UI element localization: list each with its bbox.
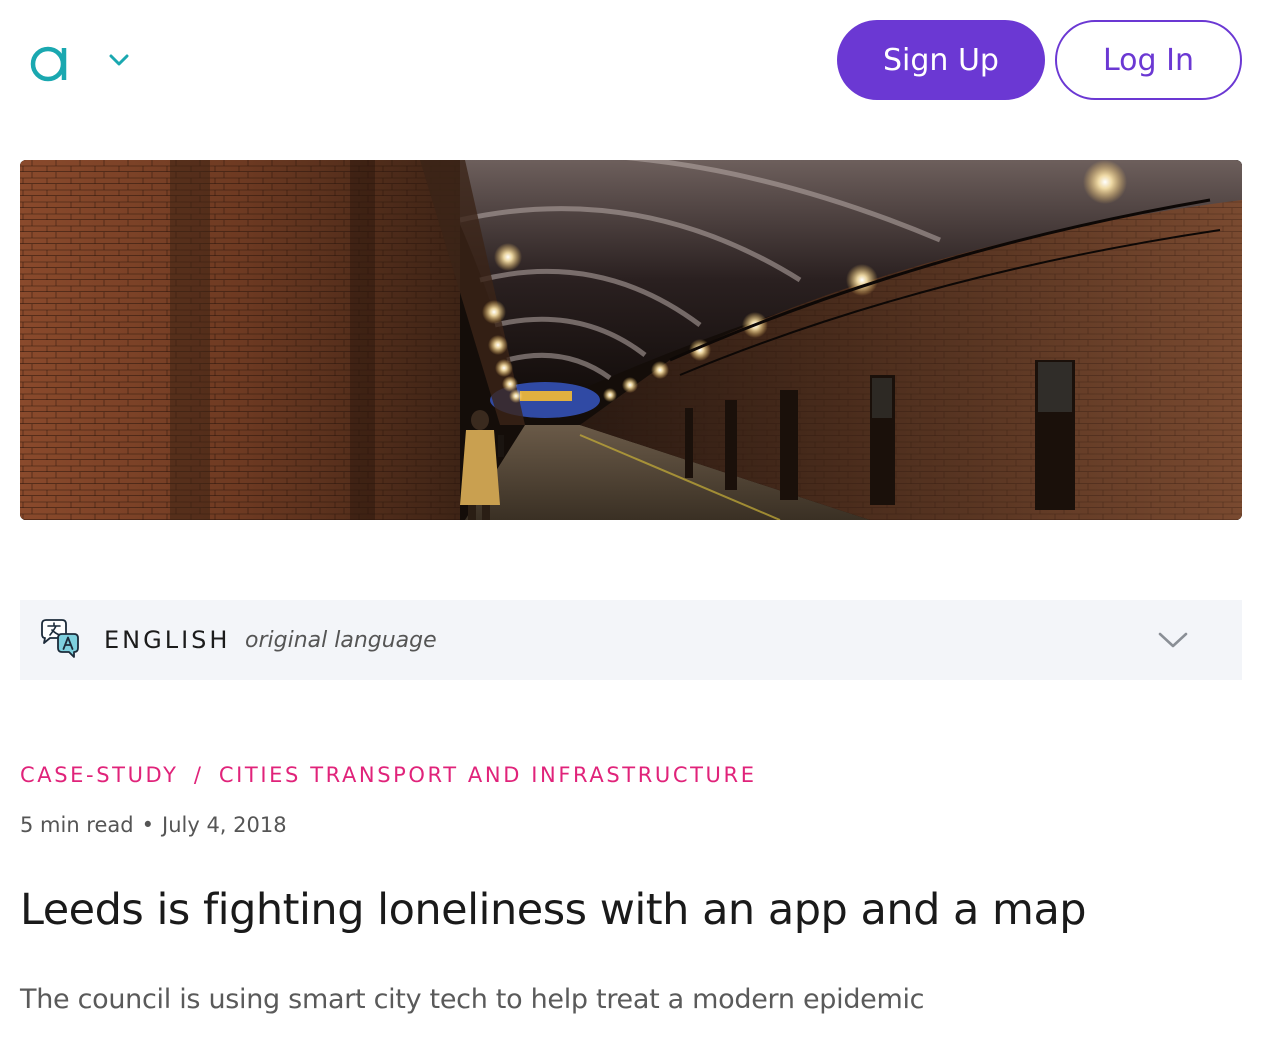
read-time: 5 min read xyxy=(20,813,134,837)
chevron-down-icon xyxy=(109,54,129,66)
category-separator: / xyxy=(193,763,204,787)
category-link-case-study[interactable]: CASE-STUDY xyxy=(20,763,179,787)
language-note: original language xyxy=(245,628,437,653)
article-subtitle: The council is using smart city tech to … xyxy=(20,984,925,1015)
site-header: Sign Up Log In xyxy=(0,0,1266,120)
translate-icon xyxy=(41,619,79,658)
app-logo-icon xyxy=(30,46,67,82)
language-name: ENGLISH xyxy=(104,626,231,654)
hero-image xyxy=(20,160,1242,520)
sign-up-button[interactable]: Sign Up xyxy=(837,20,1045,100)
publish-date: July 4, 2018 xyxy=(162,813,287,837)
log-in-button[interactable]: Log In xyxy=(1055,20,1242,100)
logo-menu-button[interactable] xyxy=(28,34,130,86)
chevron-down-icon[interactable] xyxy=(1158,628,1188,652)
language-selector[interactable]: ENGLISH original language xyxy=(20,600,1242,680)
article-meta: 5 min read • July 4, 2018 xyxy=(20,810,287,840)
article-page: Sign Up Log In ENGLISH original language… xyxy=(0,0,1266,1056)
category-link-cities[interactable]: CITIES TRANSPORT AND INFRASTRUCTURE xyxy=(219,763,757,787)
category-breadcrumb: CASE-STUDY / CITIES TRANSPORT AND INFRAS… xyxy=(20,760,757,790)
meta-separator: • xyxy=(141,813,154,837)
article-title: Leeds is fighting loneliness with an app… xyxy=(20,885,1087,935)
